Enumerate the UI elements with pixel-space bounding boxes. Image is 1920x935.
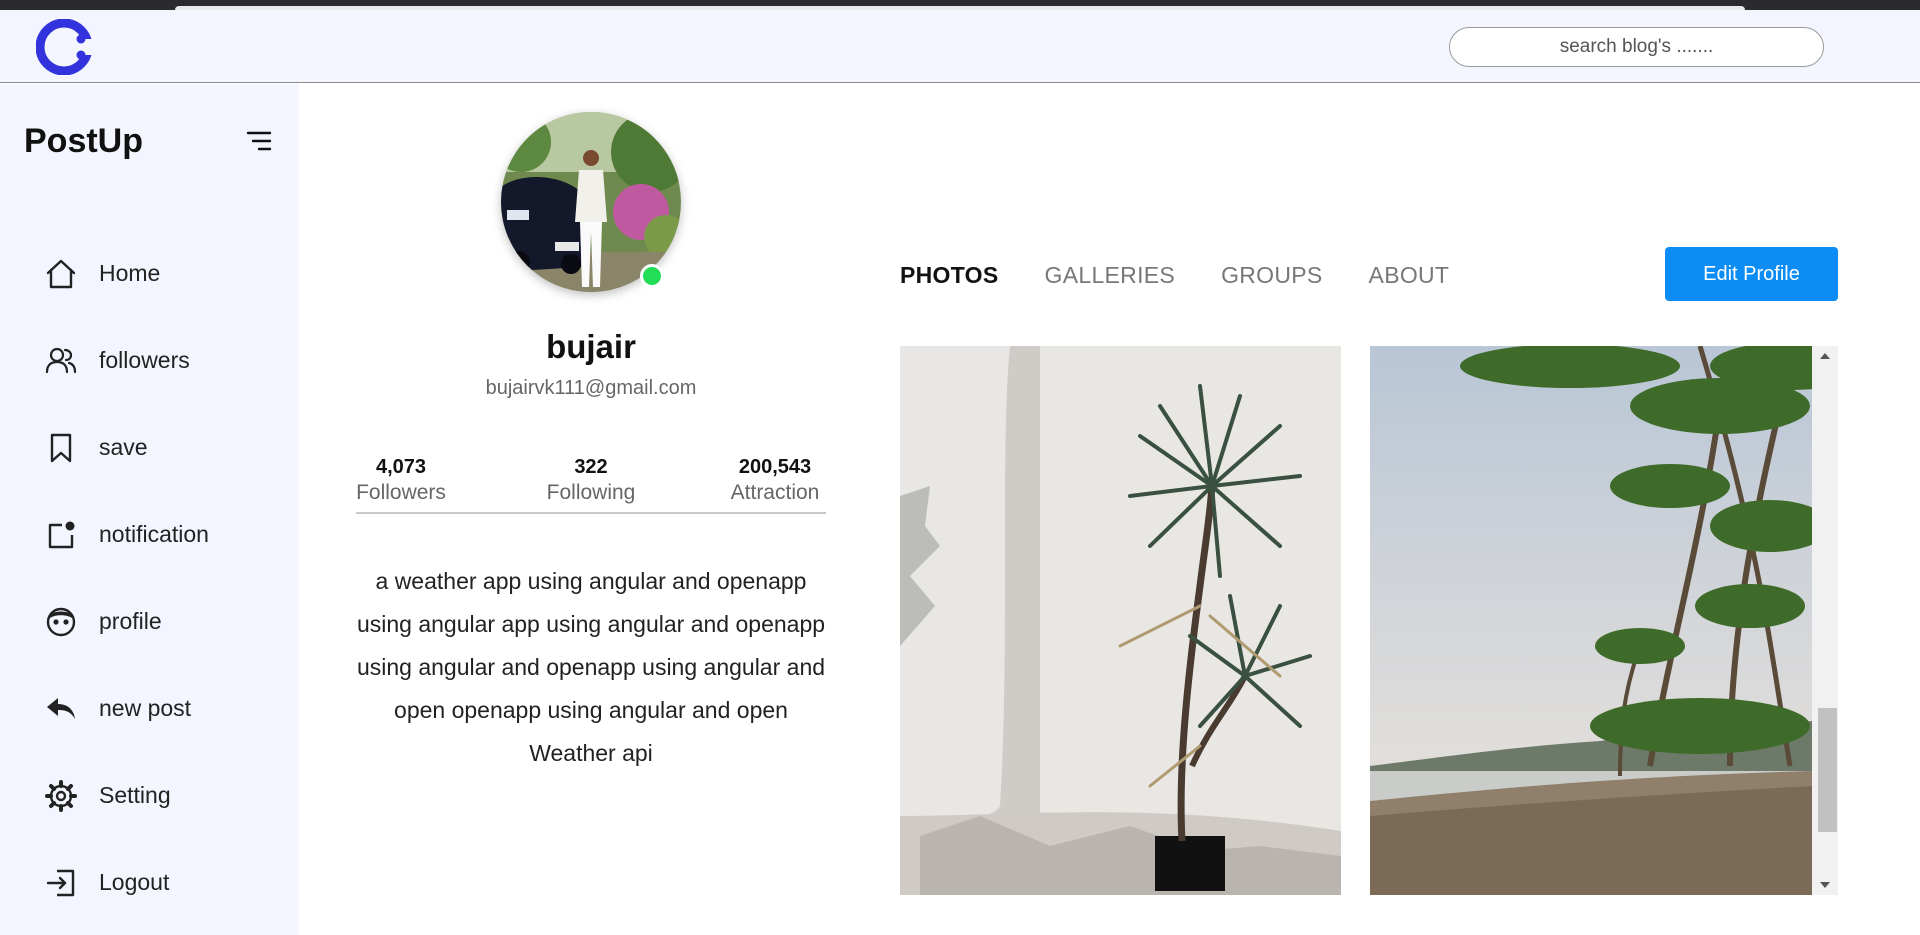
search-input[interactable] (1449, 27, 1824, 67)
photo-item[interactable] (900, 346, 1341, 895)
avatar-wrap (491, 112, 691, 292)
sidebar-item-setting[interactable]: Setting (44, 752, 284, 839)
stat-value: 322 (574, 456, 608, 478)
face-icon (46, 607, 76, 636)
home-icon (46, 259, 76, 288)
stat-following[interactable]: 322 Following (536, 456, 646, 505)
stat-caption: Followers (356, 481, 446, 504)
profile-email: bujairvk111@gmail.com (485, 377, 697, 399)
bookmark-icon (50, 433, 72, 462)
scroll-thumb[interactable] (1818, 708, 1837, 832)
logout-icon (46, 869, 75, 896)
users-icon (45, 347, 77, 373)
beach-photo (1370, 346, 1812, 895)
scroll-up-arrow-icon[interactable] (1812, 346, 1838, 366)
stat-followers[interactable]: 4,073 Followers (346, 456, 456, 505)
gallery-scrollbar[interactable] (1812, 346, 1838, 895)
tab-galleries[interactable]: GALLERIES (1045, 262, 1176, 289)
brand-title: PostUp (24, 122, 143, 160)
browser-top-strip (0, 0, 1920, 10)
gear-icon (45, 779, 77, 812)
sidebar-item-save[interactable]: save (44, 404, 284, 491)
sidebar-item-label: followers (99, 347, 190, 373)
stat-value: 200,543 (738, 456, 812, 478)
edit-profile-button[interactable]: Edit Profile (1665, 247, 1838, 301)
sidebar-item-followers[interactable]: followers (44, 317, 284, 404)
c-logo-icon[interactable] (36, 19, 92, 75)
tab-photos[interactable]: PHOTOS (900, 262, 999, 289)
reply-icon (47, 697, 75, 719)
sidebar-item-label: notification (99, 521, 209, 547)
sidebar-item-new-post[interactable]: new post (44, 665, 284, 752)
stat-value: 4,073 (375, 456, 427, 478)
top-bar (0, 10, 1920, 83)
stat-caption: Following (546, 481, 636, 504)
profile-bio: a weather app using angular and openapp … (356, 568, 826, 766)
sidebar-item-notification[interactable]: notification (44, 491, 284, 578)
sidebar-item-label: Home (99, 260, 161, 286)
plant-photo (900, 346, 1341, 895)
menu-toggle-icon[interactable] (244, 128, 274, 154)
profile-username: bujair (546, 328, 636, 365)
sidebar-item-label: new post (99, 695, 192, 721)
sidebar-item-home[interactable]: Home (44, 230, 284, 317)
sidebar-item-label: Setting (99, 782, 171, 808)
sidebar-item-label: Logout (99, 869, 170, 895)
sidebar: PostUp Home followers save notification … (0, 84, 299, 935)
profile-stats: 4,073 Followers 322 Following 200,543 At… (356, 456, 826, 514)
sidebar-item-logout[interactable]: Logout (44, 839, 284, 926)
photo-gallery (900, 346, 1838, 895)
profile-tabs: PHOTOS GALLERIES GROUPS ABOUT (900, 262, 1495, 289)
sidebar-item-label: profile (99, 608, 162, 634)
stat-attraction[interactable]: 200,543 Attraction (720, 456, 830, 505)
sidebar-nav: Home followers save notification profile… (44, 230, 284, 926)
notification-icon (48, 521, 75, 548)
tab-groups[interactable]: GROUPS (1221, 262, 1322, 289)
tab-about[interactable]: ABOUT (1369, 262, 1450, 289)
photo-item[interactable] (1370, 346, 1812, 895)
stat-caption: Attraction (730, 481, 820, 504)
sidebar-item-profile[interactable]: profile (44, 578, 284, 665)
online-status-dot (640, 264, 664, 288)
sidebar-item-label: save (99, 434, 148, 460)
scroll-down-arrow-icon[interactable] (1812, 875, 1838, 895)
